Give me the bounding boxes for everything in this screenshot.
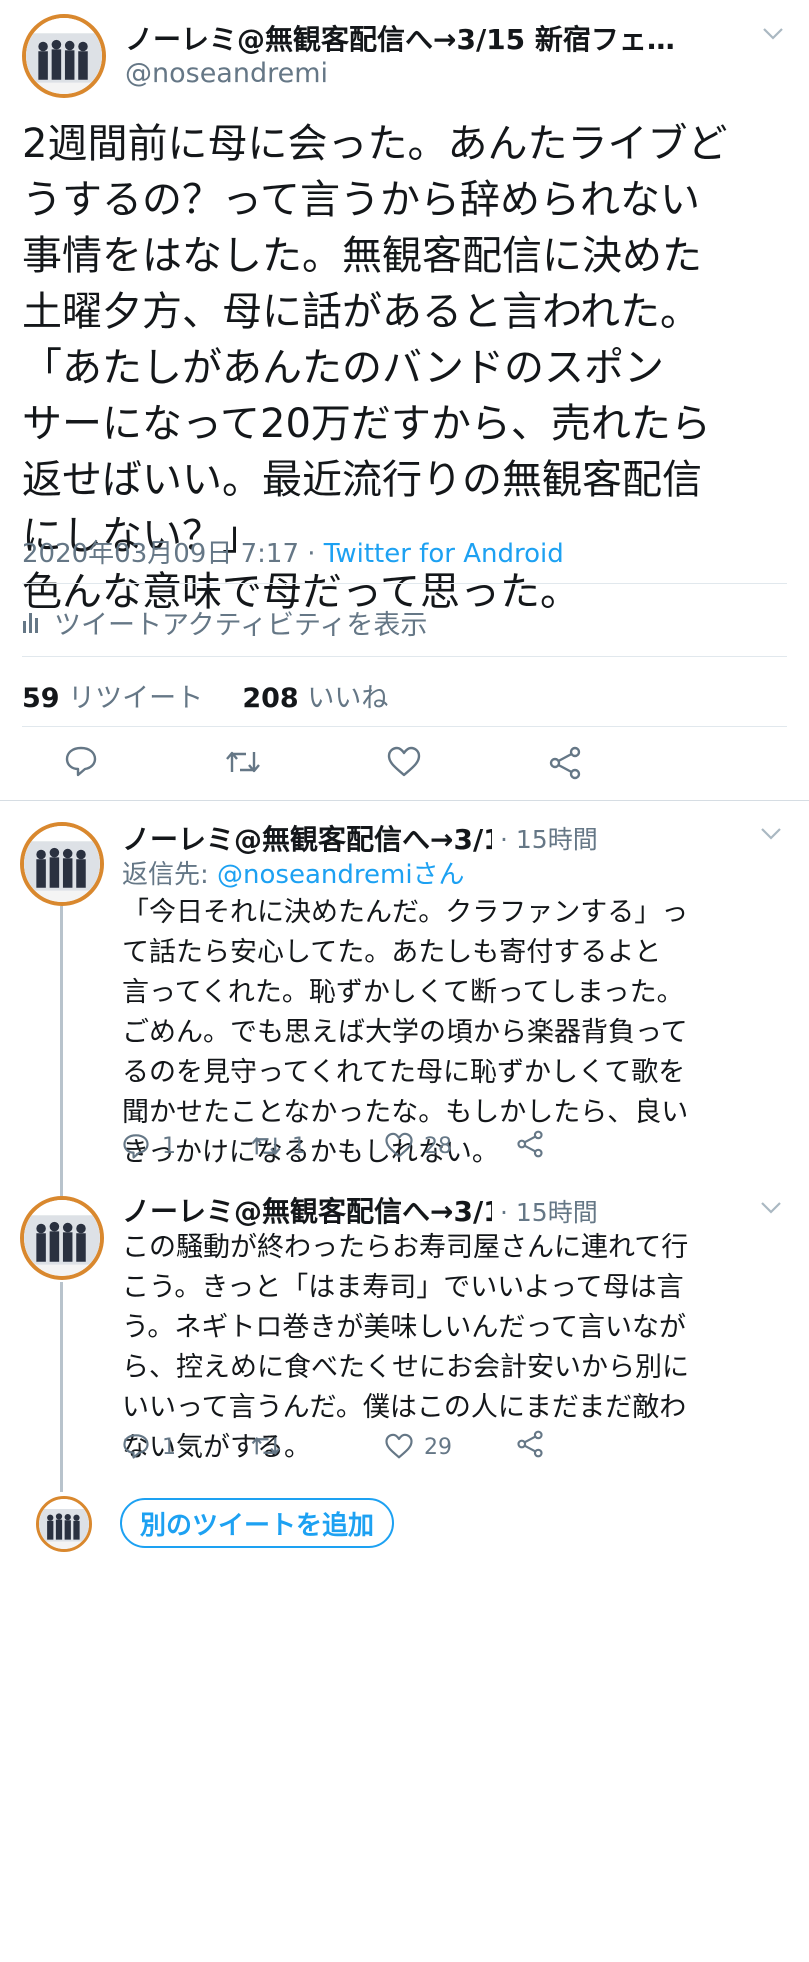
retweet-icon[interactable] [250,1132,282,1160]
reply-display-name[interactable]: ノーレミ@無観客配信へ→3/15 … [122,818,492,858]
thread-connector-line [60,1282,63,1492]
reply-body: この騒動が終わったらお寿司屋さんに連れて行 こう。きっと「はま寿司」でいいよって… [122,1232,689,1463]
reply-time[interactable]: · 15時間 [500,1193,598,1229]
chevron-down-icon[interactable] [760,826,782,845]
share-icon[interactable] [548,746,582,780]
retweets-count: 59 [22,683,60,714]
reply-to-line: 返信先: @noseandremiさん [122,854,465,891]
reply-time[interactable]: · 15時間 [500,820,598,856]
reply-to-prefix: 返信先: [122,860,218,890]
band-photo-image [24,826,100,902]
chevron-down-icon[interactable] [760,1200,782,1219]
tweet-activity-link[interactable]: ツイートアクティビティを表示 [22,604,428,641]
band-photo-image [26,18,102,94]
add-another-tweet-label: 別のツイートを追加 [140,1510,375,1541]
like-heart-icon[interactable] [384,1433,414,1460]
reply-icon[interactable] [64,744,98,778]
activity-bar-chart-icon [22,611,40,633]
like-heart-icon[interactable] [384,1132,414,1159]
avatar[interactable] [20,1196,104,1280]
retweets-stat[interactable]: 59 リツイート [22,683,203,714]
activity-label: ツイートアクティビティを表示 [54,609,428,641]
engagement-stats: 59 リツイート 208 いいね [22,676,388,715]
divider [22,656,787,657]
share-icon[interactable] [516,1130,544,1158]
reply-icon[interactable] [122,1132,150,1160]
reply-to-mention[interactable]: @noseandremiさん [217,860,465,890]
retweet-icon[interactable] [224,746,262,778]
avatar[interactable] [22,14,106,98]
reply-count: 1 [162,1435,176,1460]
like-count: 29 [424,1435,452,1460]
likes-count: 208 [242,683,299,714]
reply-body: 「今日それに決めたんだ。クラファンする」っ て話たら安心してた。あたしも寄付する… [122,897,689,1168]
divider [22,726,787,727]
divider [22,583,787,584]
like-count: 28 [424,1134,452,1159]
divider [0,800,809,801]
reply-display-name[interactable]: ノーレミ@無観客配信へ→3/15 … [122,1190,492,1230]
tweet-timestamp[interactable]: 2020年03月09日 7:17 · [22,539,324,569]
avatar[interactable] [20,822,104,906]
user-handle[interactable]: @noseandremi [125,58,328,89]
retweets-label: リツイート [68,683,204,714]
reply-count: 1 [162,1134,176,1159]
like-heart-icon[interactable] [386,746,422,778]
tweet-source-link[interactable]: Twitter for Android [324,539,564,569]
share-icon[interactable] [516,1430,544,1458]
likes-stat[interactable]: 208 いいね [242,683,388,714]
add-another-tweet-button[interactable]: 別のツイートを追加 [120,1498,395,1548]
tweet-timestamp-row: 2020年03月09日 7:17 · Twitter for Android [22,533,564,570]
retweet-count: 1 [292,1134,306,1159]
retweet-icon[interactable] [250,1432,282,1460]
likes-label: いいね [307,683,389,714]
reply-icon[interactable] [122,1432,150,1460]
band-photo-image [24,1200,100,1276]
thread-connector-line [60,906,63,1198]
chevron-down-icon[interactable] [762,22,784,47]
avatar [36,1496,92,1552]
band-photo-image [39,1499,89,1549]
display-name[interactable]: ノーレミ@無観客配信へ→3/15 新宿フェ… [125,18,745,58]
